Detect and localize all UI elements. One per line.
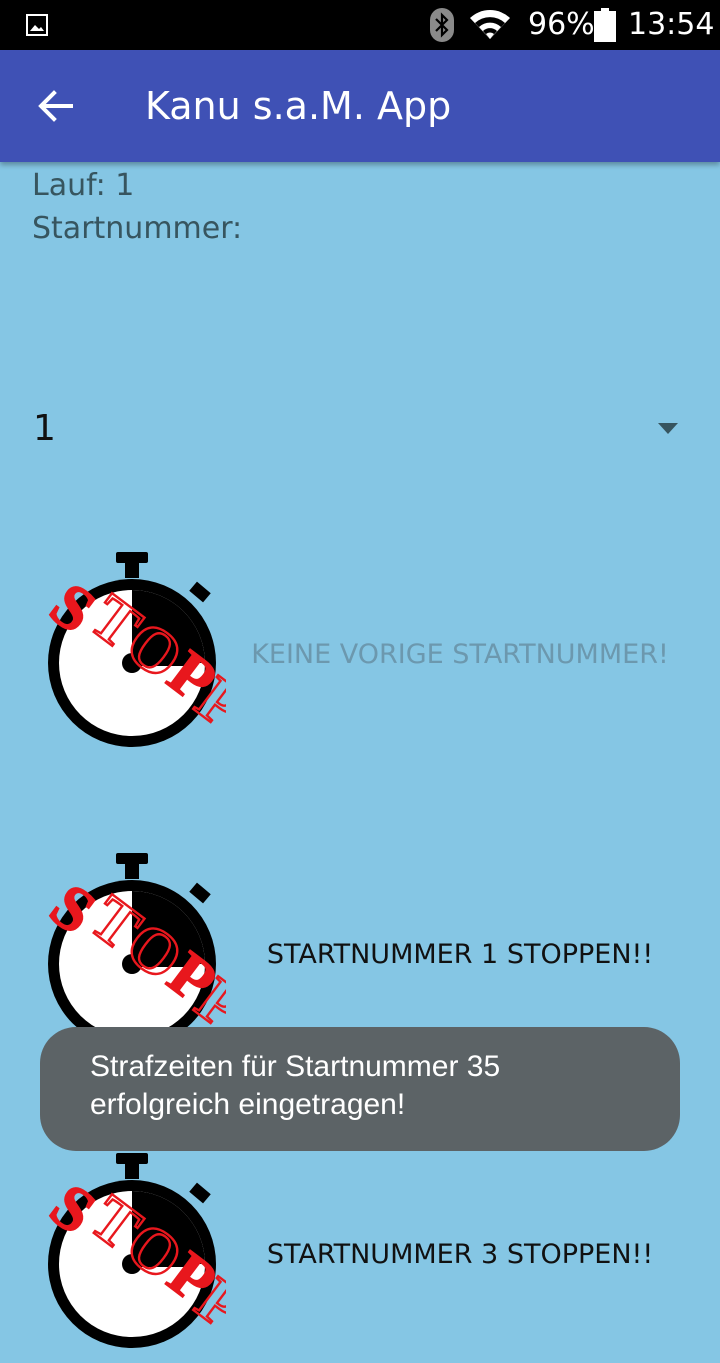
arrow-back-icon xyxy=(38,90,73,122)
gallery-notification-icon xyxy=(26,14,48,40)
wifi-icon xyxy=(470,10,510,44)
startnummer-label: Startnummer: xyxy=(32,211,243,246)
dropdown-arrow-icon xyxy=(658,419,678,438)
toast: Strafzeiten für Startnummer 35 erfolgrei… xyxy=(40,1027,680,1151)
stop-startnummer-3-label: STARTNUMMER 3 STOPPEN!! xyxy=(266,1239,654,1270)
toast-message: Strafzeiten für Startnummer 35 erfolgrei… xyxy=(90,1050,501,1121)
spinner-selected-value: 1 xyxy=(33,408,56,449)
stopwatch-stop-icon[interactable] xyxy=(38,552,226,754)
startnummer-spinner[interactable]: 1 xyxy=(16,392,696,464)
stop-row-previous: KEINE VORIGE STARTNUMMER! xyxy=(0,552,720,762)
previous-startnummer-label: KEINE VORIGE STARTNUMMER! xyxy=(251,639,669,670)
battery-icon xyxy=(594,8,616,46)
status-bar: 96% 13:54 xyxy=(0,0,720,50)
app-title: Kanu s.a.M. App xyxy=(145,84,452,128)
app-bar: Kanu s.a.M. App xyxy=(0,50,720,162)
stop-row-startnummer-3: STARTNUMMER 3 STOPPEN!! xyxy=(0,1153,720,1363)
clock: 13:54 xyxy=(628,7,715,42)
stop-startnummer-1-label: STARTNUMMER 1 STOPPEN!! xyxy=(266,939,654,970)
battery-percent: 96% xyxy=(528,7,595,42)
back-button[interactable] xyxy=(20,70,92,142)
lauf-label: Lauf: 1 xyxy=(32,168,135,203)
stopwatch-stop-icon[interactable] xyxy=(38,853,226,1055)
stopwatch-stop-icon[interactable] xyxy=(38,1153,226,1355)
bluetooth-icon xyxy=(430,8,454,46)
